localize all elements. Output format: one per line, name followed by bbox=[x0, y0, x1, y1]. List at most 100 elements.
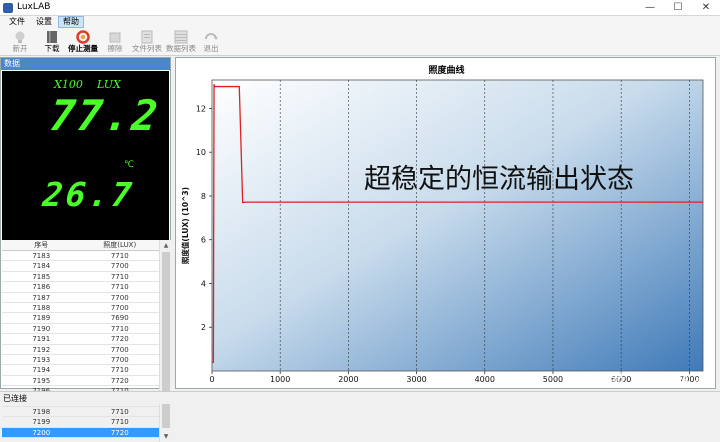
eraser-icon bbox=[107, 30, 123, 44]
watermark: 新 值 么 得 买 bbox=[610, 366, 710, 390]
x-tick-label: 5000 bbox=[543, 375, 563, 384]
multiplier-label: X100 bbox=[54, 78, 83, 91]
window-title: LuxLAB bbox=[17, 2, 50, 12]
row-lux-cell: 7710 bbox=[81, 407, 160, 416]
row-index-cell: 7188 bbox=[2, 303, 81, 312]
row-index-cell: 7198 bbox=[2, 407, 81, 416]
scroll-up-arrow-icon[interactable]: ▲ bbox=[160, 240, 172, 251]
temperature-unit: ℃ bbox=[124, 160, 134, 170]
close-button[interactable]: ✕ bbox=[692, 0, 720, 16]
minimize-button[interactable]: — bbox=[636, 0, 664, 16]
connection-status: 已连接 bbox=[3, 393, 27, 404]
row-index-cell: 7187 bbox=[2, 293, 81, 302]
row-lux-cell: 7710 bbox=[81, 324, 160, 333]
download-label: 下载 bbox=[40, 44, 64, 54]
y-tick-label: 2 bbox=[201, 323, 206, 332]
scroll-down-arrow-icon[interactable]: ▼ bbox=[160, 431, 172, 442]
table-row[interactable]: 71937700 bbox=[2, 355, 159, 365]
table-row[interactable]: 71917720 bbox=[2, 334, 159, 344]
row-index-cell: 7200 bbox=[2, 428, 81, 437]
column-header-index: 序号 bbox=[2, 240, 81, 250]
table-row[interactable]: 71857710 bbox=[2, 272, 159, 282]
menu-bar: 文件 设置 帮助 bbox=[0, 16, 720, 28]
table-row[interactable]: 71867710 bbox=[2, 282, 159, 292]
y-tick-label: 10 bbox=[196, 148, 206, 157]
row-index-cell: 7193 bbox=[2, 355, 81, 364]
row-index-cell: 7186 bbox=[2, 282, 81, 291]
x-tick-label: 3000 bbox=[406, 375, 426, 384]
row-index-cell: 7192 bbox=[2, 345, 81, 354]
table-row[interactable]: 71847700 bbox=[2, 261, 159, 271]
table-row[interactable]: 72007720 bbox=[2, 428, 159, 438]
y-axis-label: 照度值(LUX) (10^3) bbox=[180, 187, 190, 264]
row-lux-cell: 7700 bbox=[81, 293, 160, 302]
stop-measure-button[interactable]: 停止测量 bbox=[66, 29, 100, 55]
row-lux-cell: 7720 bbox=[81, 376, 160, 385]
erase-label: 擦除 bbox=[104, 44, 126, 54]
y-tick-label: 8 bbox=[201, 192, 206, 201]
data-table-icon bbox=[173, 30, 189, 44]
data-list-label: 数据列表 bbox=[164, 44, 198, 54]
row-lux-cell: 7700 bbox=[81, 355, 160, 364]
row-index-cell: 7184 bbox=[2, 261, 81, 270]
lux-reading: 77.2 bbox=[47, 91, 161, 140]
table-row[interactable]: 71947710 bbox=[2, 365, 159, 375]
maximize-button[interactable]: ☐ bbox=[664, 0, 692, 16]
row-lux-cell: 7700 bbox=[81, 345, 160, 354]
x-tick-label: 0 bbox=[209, 375, 214, 384]
x-tick-label: 4000 bbox=[475, 375, 495, 384]
meter-display: X100 LUX 77.2 26.7 ℃ bbox=[2, 71, 169, 240]
menu-help[interactable]: 帮助 bbox=[58, 16, 84, 28]
table-row[interactable]: 71907710 bbox=[2, 324, 159, 334]
row-lux-cell: 7720 bbox=[81, 334, 160, 343]
data-list-button[interactable]: 数据列表 bbox=[164, 29, 198, 55]
erase-button[interactable]: 擦除 bbox=[104, 29, 126, 55]
row-index-cell: 7190 bbox=[2, 324, 81, 333]
chart-panel: 照度曲线 01000200030004000500060007000246810… bbox=[175, 57, 716, 389]
row-lux-cell: 7720 bbox=[81, 428, 160, 437]
y-tick-label: 4 bbox=[201, 279, 206, 288]
y-tick-label: 12 bbox=[196, 104, 206, 113]
data-panel: 数据 X100 LUX 77.2 26.7 ℃ 序号 照度(LUX) 71837… bbox=[0, 57, 171, 389]
row-lux-cell: 7710 bbox=[81, 365, 160, 374]
table-row[interactable]: 71897690 bbox=[2, 313, 159, 323]
download-button[interactable]: 下载 bbox=[40, 29, 64, 55]
column-header-lux: 照度(LUX) bbox=[81, 240, 160, 250]
lux-chart: 0100020003000400050006000700024681012序号照… bbox=[176, 58, 715, 388]
table-row[interactable]: 71927700 bbox=[2, 345, 159, 355]
plot-area bbox=[212, 80, 703, 371]
table-row[interactable]: 71987710 bbox=[2, 407, 159, 417]
table-row[interactable]: 71887700 bbox=[2, 303, 159, 313]
title-bar: LuxLAB — ☐ ✕ bbox=[0, 0, 720, 16]
row-lux-cell: 7710 bbox=[81, 417, 160, 426]
exit-arrow-icon bbox=[203, 30, 219, 44]
open-label: 新开 bbox=[8, 44, 32, 54]
exit-label: 退出 bbox=[200, 44, 222, 54]
overlay-caption: 超稳定的恒流输出状态 bbox=[364, 157, 634, 196]
table-row[interactable]: 71837710 bbox=[2, 251, 159, 261]
table-scrollbar[interactable]: ▲ ▼ bbox=[159, 240, 171, 442]
toolbar: 新开 下载 停止测量 擦除 文件列表 数据列表 退出 bbox=[0, 28, 720, 56]
y-tick-label: 6 bbox=[201, 236, 206, 245]
status-bar: 已连接 bbox=[0, 391, 720, 404]
x-axis-label: 序号 bbox=[450, 387, 466, 388]
row-lux-cell: 7690 bbox=[81, 313, 160, 322]
row-index-cell: 7191 bbox=[2, 334, 81, 343]
row-lux-cell: 7710 bbox=[81, 282, 160, 291]
table-row[interactable]: 71957720 bbox=[2, 376, 159, 386]
stop-ring-icon bbox=[75, 30, 91, 44]
lux-unit-label: LUX bbox=[97, 78, 121, 91]
table-row[interactable]: 71997710 bbox=[2, 417, 159, 427]
x-tick-label: 1000 bbox=[270, 375, 290, 384]
file-list-label: 文件列表 bbox=[130, 44, 164, 54]
menu-settings[interactable]: 设置 bbox=[32, 16, 56, 28]
exit-button[interactable]: 退出 bbox=[200, 29, 222, 55]
open-button[interactable]: 新开 bbox=[8, 29, 32, 55]
file-list-button[interactable]: 文件列表 bbox=[130, 29, 164, 55]
row-lux-cell: 7700 bbox=[81, 261, 160, 270]
table-row[interactable]: 71877700 bbox=[2, 293, 159, 303]
menu-file[interactable]: 文件 bbox=[5, 16, 29, 28]
row-index-cell: 7195 bbox=[2, 376, 81, 385]
row-index-cell: 7194 bbox=[2, 365, 81, 374]
app-icon bbox=[3, 3, 13, 13]
